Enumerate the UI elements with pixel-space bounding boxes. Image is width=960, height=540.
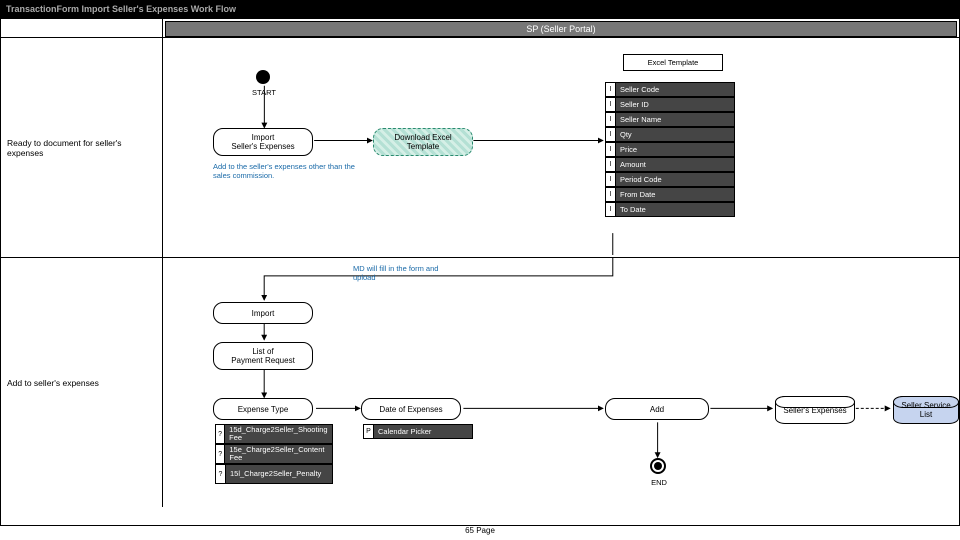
annotation-upload: MD will fill in the form and upload <box>353 264 463 282</box>
list-payment-request: List of Payment Request <box>213 342 313 370</box>
row1-label: Ready to document for seller's expenses <box>1 38 163 257</box>
title-text: TransactionForm Import Seller's Expenses… <box>6 4 236 14</box>
excel-field: ITo Date <box>605 202 735 217</box>
end-node <box>650 458 666 474</box>
excel-field: IPeriod Code <box>605 172 735 187</box>
title-bar: TransactionForm Import Seller's Expenses… <box>0 0 960 18</box>
import-button: Import <box>213 302 313 324</box>
download-excel-template: Download Excel Template <box>373 128 473 156</box>
diagram-frame: SP (Seller Portal) Ready to document for… <box>0 18 960 526</box>
swimlane-header: SP (Seller Portal) <box>165 21 957 37</box>
annotation-commission: Add to the seller's expenses other than … <box>213 162 363 180</box>
row2-canvas: MD will fill in the form and upload Impo… <box>163 258 959 507</box>
calendar-stack: PCalendar Picker <box>363 424 473 439</box>
end-label: END <box>646 478 672 487</box>
excel-fields-stack: ISeller Code ISeller ID ISeller Name IQt… <box>605 82 735 217</box>
excel-field: IFrom Date <box>605 187 735 202</box>
excel-field: ISeller Name <box>605 112 735 127</box>
header-left-empty <box>1 19 163 37</box>
expense-item: ?15e_Charge2Seller_Content Fee <box>215 444 333 464</box>
excel-field: ISeller Code <box>605 82 735 97</box>
excel-field: IPrice <box>605 142 735 157</box>
row2-label: Add to seller's expenses <box>1 258 163 507</box>
header-row: SP (Seller Portal) <box>1 19 959 37</box>
add-node: Add <box>605 398 709 420</box>
start-label: START <box>247 88 281 97</box>
sellers-expenses-store: Seller's Expenses <box>775 396 855 424</box>
import-sellers-expenses: Import Seller's Expenses <box>213 128 313 156</box>
seller-service-list-store: Seller Service List <box>893 396 959 424</box>
excel-field: IQty <box>605 127 735 142</box>
expense-type: Expense Type <box>213 398 313 420</box>
calendar-picker: PCalendar Picker <box>363 424 473 439</box>
row1-canvas: START Import Seller's Expenses Download … <box>163 38 959 257</box>
row-add: Add to seller's expenses <box>1 257 959 507</box>
expense-item: ?15l_Charge2Seller_Penalty <box>215 464 333 484</box>
excel-field: IAmount <box>605 157 735 172</box>
start-node <box>256 70 270 84</box>
excel-template-title: Excel Template <box>623 54 723 71</box>
date-of-expenses: Date of Expenses <box>361 398 461 420</box>
excel-field: ISeller ID <box>605 97 735 112</box>
page-footer: 65 Page <box>0 526 960 540</box>
expense-items: ?15d_Charge2Seller_Shooting Fee ?15e_Cha… <box>215 424 333 484</box>
row-ready: Ready to document for seller's expenses … <box>1 37 959 257</box>
expense-item: ?15d_Charge2Seller_Shooting Fee <box>215 424 333 444</box>
